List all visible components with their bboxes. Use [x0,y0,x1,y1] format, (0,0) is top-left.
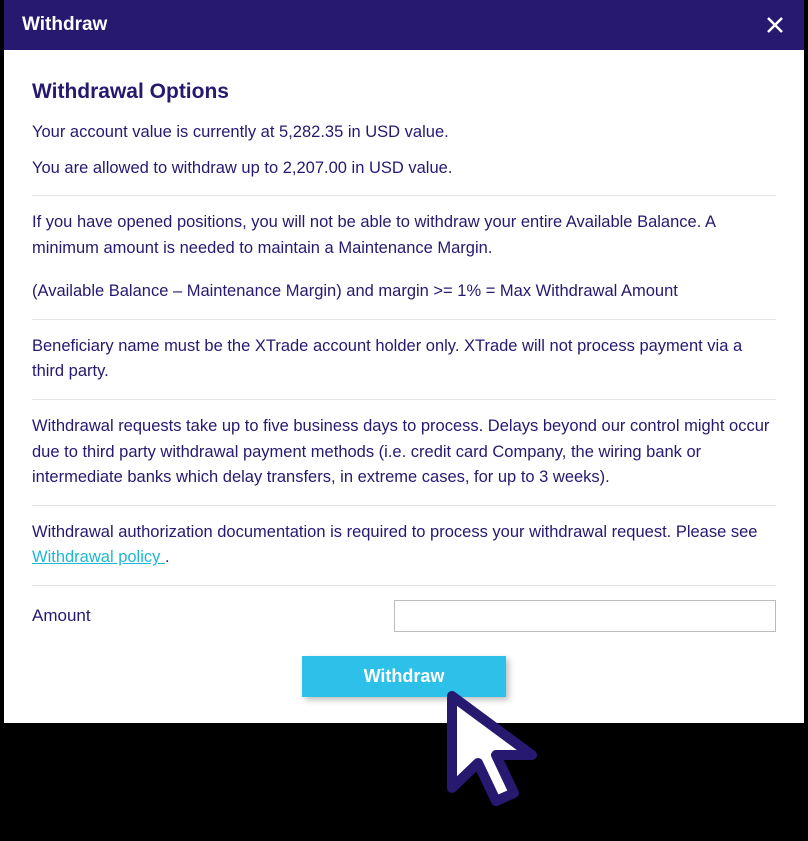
divider [32,195,776,196]
modal-header: Withdraw [4,0,804,50]
divider [32,399,776,400]
divider [32,505,776,506]
divider [32,319,776,320]
allowed-withdraw-text: You are allowed to withdraw up to 2,207.… [32,156,776,182]
authorization-prefix: Withdrawal authorization documentation i… [32,523,757,541]
submit-row: Withdraw [32,656,776,697]
authorization-suffix: . [165,548,170,566]
withdrawal-policy-link[interactable]: Withdrawal policy [32,548,165,566]
amount-label: Amount [32,606,91,626]
positions-note: If you have opened positions, you will n… [32,210,776,261]
withdraw-modal: Withdraw Withdrawal Options Your account… [4,0,804,723]
beneficiary-note: Beneficiary name must be the XTrade acco… [32,334,776,385]
amount-input[interactable] [394,600,776,632]
authorization-note: Withdrawal authorization documentation i… [32,520,776,571]
amount-row: Amount [32,600,776,632]
divider [32,585,776,586]
account-value-text: Your account value is currently at 5,282… [32,120,776,146]
modal-body: Withdrawal Options Your account value is… [4,50,804,723]
withdraw-button[interactable]: Withdraw [302,656,507,697]
close-button[interactable] [764,14,786,36]
close-icon [766,16,784,34]
processing-note: Withdrawal requests take up to five busi… [32,414,776,491]
section-title: Withdrawal Options [32,80,776,104]
formula-note: (Available Balance – Maintenance Margin)… [32,279,776,305]
modal-title: Withdraw [22,14,107,36]
